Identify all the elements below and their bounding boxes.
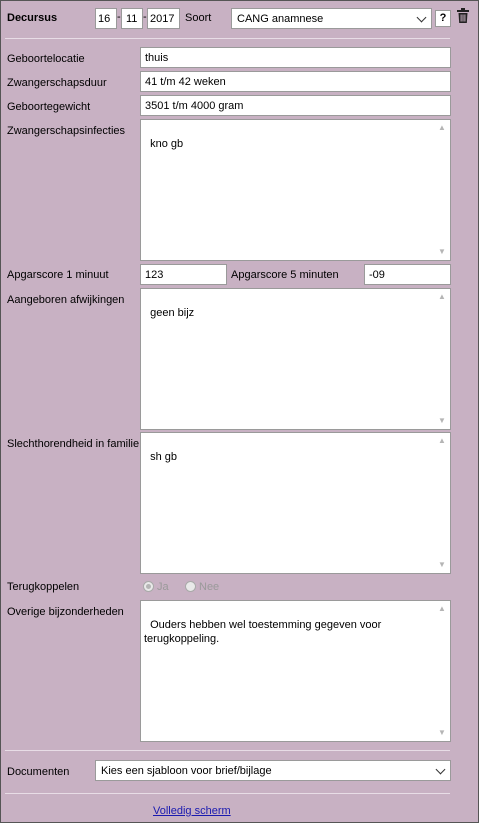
documenten-select[interactable]: Kies een sjabloon voor brief/bijlage — [95, 760, 451, 781]
scroll-up-icon[interactable]: ▲ — [437, 437, 447, 445]
scroll-up-icon[interactable]: ▲ — [437, 605, 447, 613]
chevron-down-icon — [416, 12, 427, 23]
documenten-select-value: Kies een sjabloon voor brief/bijlage — [101, 765, 272, 777]
soort-select[interactable]: CANG anamnese — [231, 8, 432, 29]
slechthorendheid-label: Slechthorendheid in familie — [7, 438, 140, 450]
geboortegewicht-label: Geboortegewicht — [7, 101, 91, 113]
geboortegewicht-input[interactable]: 3501 t/m 4000 gram — [140, 95, 451, 116]
soort-label: Soort — [185, 12, 212, 24]
aangeboren-text: geen bijz — [150, 307, 195, 319]
apgar1-label: Apgarscore 1 minuut — [7, 269, 109, 281]
divider — [5, 750, 450, 751]
aangeboren-label: Aangeboren afwijkingen — [7, 294, 125, 306]
volledig-scherm-link[interactable]: Volledig scherm — [153, 804, 231, 818]
date-day-input[interactable]: 16 — [95, 8, 117, 29]
zwangerschapsduur-input[interactable]: 41 t/m 42 weken — [140, 71, 451, 92]
terugkoppelen-label: Terugkoppelen — [7, 581, 80, 593]
scroll-up-icon[interactable]: ▲ — [437, 293, 447, 301]
documenten-label: Documenten — [7, 766, 70, 778]
scroll-down-icon[interactable]: ▼ — [437, 729, 447, 737]
terugkoppelen-ja-radio[interactable] — [143, 581, 154, 592]
zwangerschapsinfecties-textarea[interactable]: kno gb ▲ ▼ — [140, 119, 451, 261]
scroll-down-icon[interactable]: ▼ — [437, 417, 447, 425]
apgar5-label: Apgarscore 5 minuten — [231, 269, 339, 281]
date-year-input[interactable]: 2017 — [147, 8, 180, 29]
zwangerschapsduur-label: Zwangerschapsduur — [7, 77, 107, 89]
zwangerschapsinfecties-text: kno gb — [150, 138, 184, 150]
date-month-input[interactable]: 11 — [121, 8, 143, 29]
overige-textarea[interactable]: Ouders hebben wel toestemming gegeven vo… — [140, 600, 451, 742]
terugkoppelen-nee-radio[interactable] — [185, 581, 196, 592]
apgar5-input[interactable]: -09 — [364, 264, 451, 285]
geboortelocatie-label: Geboortelocatie — [7, 53, 85, 65]
scroll-down-icon[interactable]: ▼ — [437, 561, 447, 569]
overige-label: Overige bijzonderheden — [7, 606, 124, 618]
geboortelocatie-input[interactable]: thuis — [140, 47, 451, 68]
divider — [5, 793, 450, 794]
overige-text: Ouders hebben wel toestemming gegeven vo… — [144, 619, 385, 645]
trash-icon[interactable] — [456, 8, 470, 24]
scroll-up-icon[interactable]: ▲ — [437, 124, 447, 132]
slechthorendheid-textarea[interactable]: sh gb ▲ ▼ — [140, 432, 451, 574]
chevron-down-icon — [435, 764, 446, 775]
help-button[interactable]: ? — [435, 10, 451, 27]
slechthorendheid-text: sh gb — [150, 451, 178, 463]
apgar1-input[interactable]: 123 — [140, 264, 227, 285]
divider — [5, 38, 450, 39]
soort-select-value: CANG anamnese — [237, 13, 324, 25]
zwangerschapsinfecties-label: Zwangerschapsinfecties — [7, 125, 126, 137]
terugkoppelen-nee-label: Nee — [199, 581, 220, 593]
aangeboren-textarea[interactable]: geen bijz ▲ ▼ — [140, 288, 451, 430]
terugkoppelen-ja-label: Ja — [157, 581, 169, 593]
scroll-down-icon[interactable]: ▼ — [437, 248, 447, 256]
panel-title: Decursus — [7, 12, 58, 24]
